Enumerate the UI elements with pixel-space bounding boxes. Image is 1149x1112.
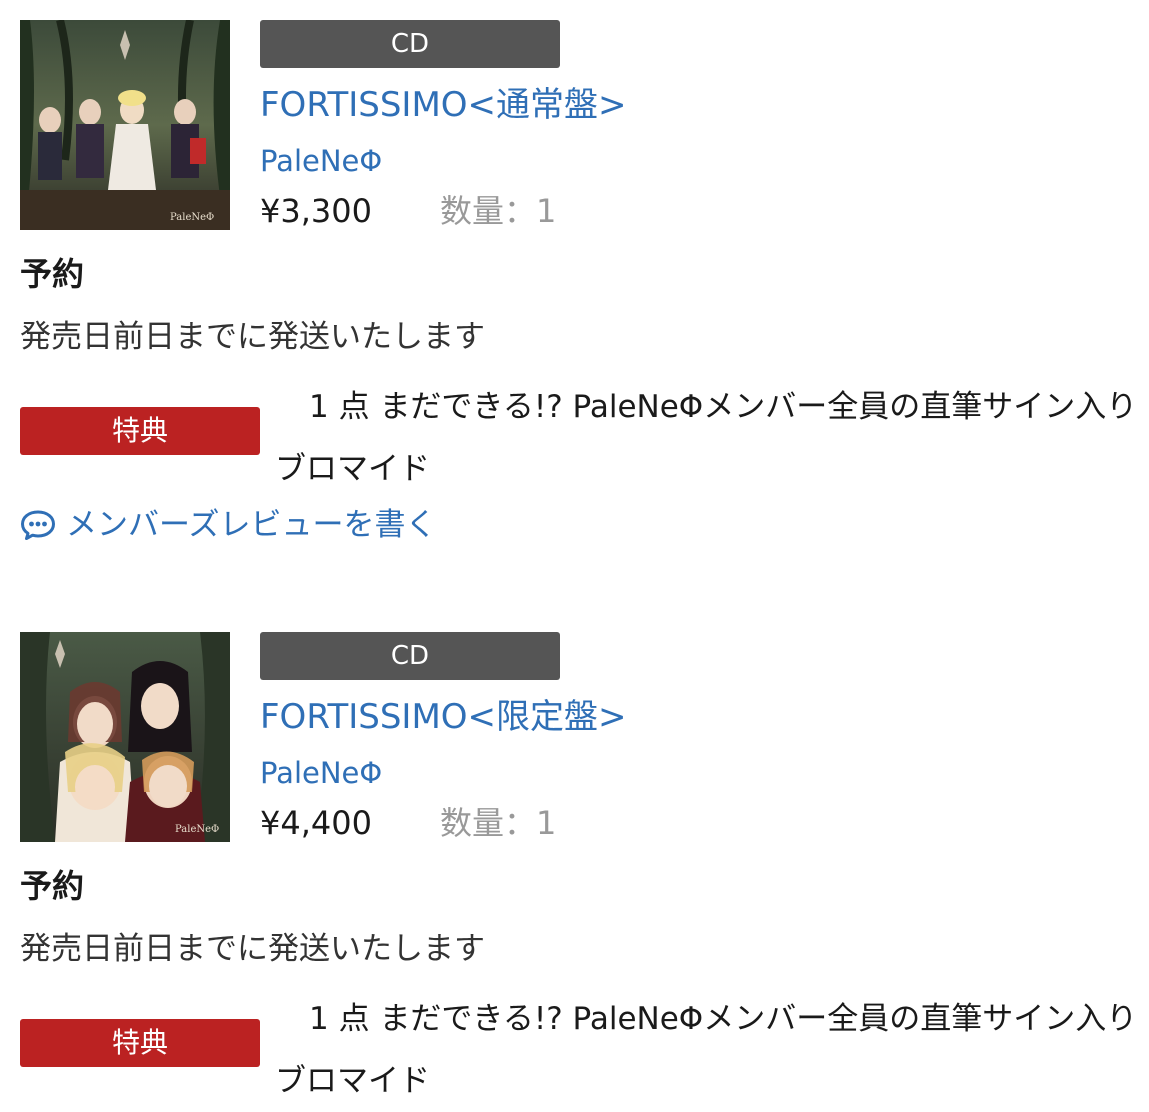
product-title-link[interactable]: FORTISSIMO<限定盤> bbox=[260, 692, 627, 742]
shipping-note: 発売日前日までに発送いたします bbox=[20, 931, 485, 967]
album-cover-image[interactable]: PaleNeΦ bbox=[20, 632, 230, 842]
album-cover-image[interactable]: PaleNeΦ bbox=[20, 20, 230, 230]
reservation-status: 予約 bbox=[20, 867, 85, 905]
reservation-status: 予約 bbox=[20, 255, 85, 293]
svg-text:PaleNeΦ: PaleNeΦ bbox=[170, 212, 214, 223]
bonus-desc: まだできる!? PaleNeΦメンバー全員の直筆サイン入りブロマイド bbox=[275, 1001, 1138, 1099]
write-review-label: メンバーズレビューを書く bbox=[66, 507, 437, 543]
format-badge: CD bbox=[260, 20, 560, 68]
svg-text:PaleNeΦ: PaleNeΦ bbox=[175, 824, 219, 835]
bonus-count: 1 点 bbox=[309, 1001, 370, 1037]
product-title-link[interactable]: FORTISSIMO<通常盤> bbox=[260, 80, 627, 130]
artist-link[interactable]: PaleNeΦ bbox=[260, 138, 382, 184]
write-review-link[interactable]: メンバーズレビューを書く bbox=[20, 500, 436, 550]
shipping-note: 発売日前日までに発送いたします bbox=[20, 319, 485, 355]
speech-bubble-icon bbox=[20, 509, 56, 541]
bonus-description: 1 点 まだできる!? PaleNeΦメンバー全員の直筆サイン入りブロマイド bbox=[275, 988, 1145, 1112]
format-badge: CD bbox=[260, 632, 560, 680]
quantity: 数量：1 bbox=[440, 192, 557, 230]
bonus-description: 1 点 まだできる!? PaleNeΦメンバー全員の直筆サイン入りブロマイド bbox=[275, 376, 1145, 500]
bonus-badge: 特典 bbox=[20, 407, 260, 455]
bonus-badge: 特典 bbox=[20, 1019, 260, 1067]
quantity: 数量：1 bbox=[440, 804, 557, 842]
price: ¥4,400 bbox=[260, 804, 372, 842]
bonus-desc: まだできる!? PaleNeΦメンバー全員の直筆サイン入りブロマイド bbox=[275, 389, 1138, 487]
artist-link[interactable]: PaleNeΦ bbox=[260, 750, 382, 796]
bonus-count: 1 点 bbox=[309, 389, 370, 425]
price: ¥3,300 bbox=[260, 192, 372, 230]
